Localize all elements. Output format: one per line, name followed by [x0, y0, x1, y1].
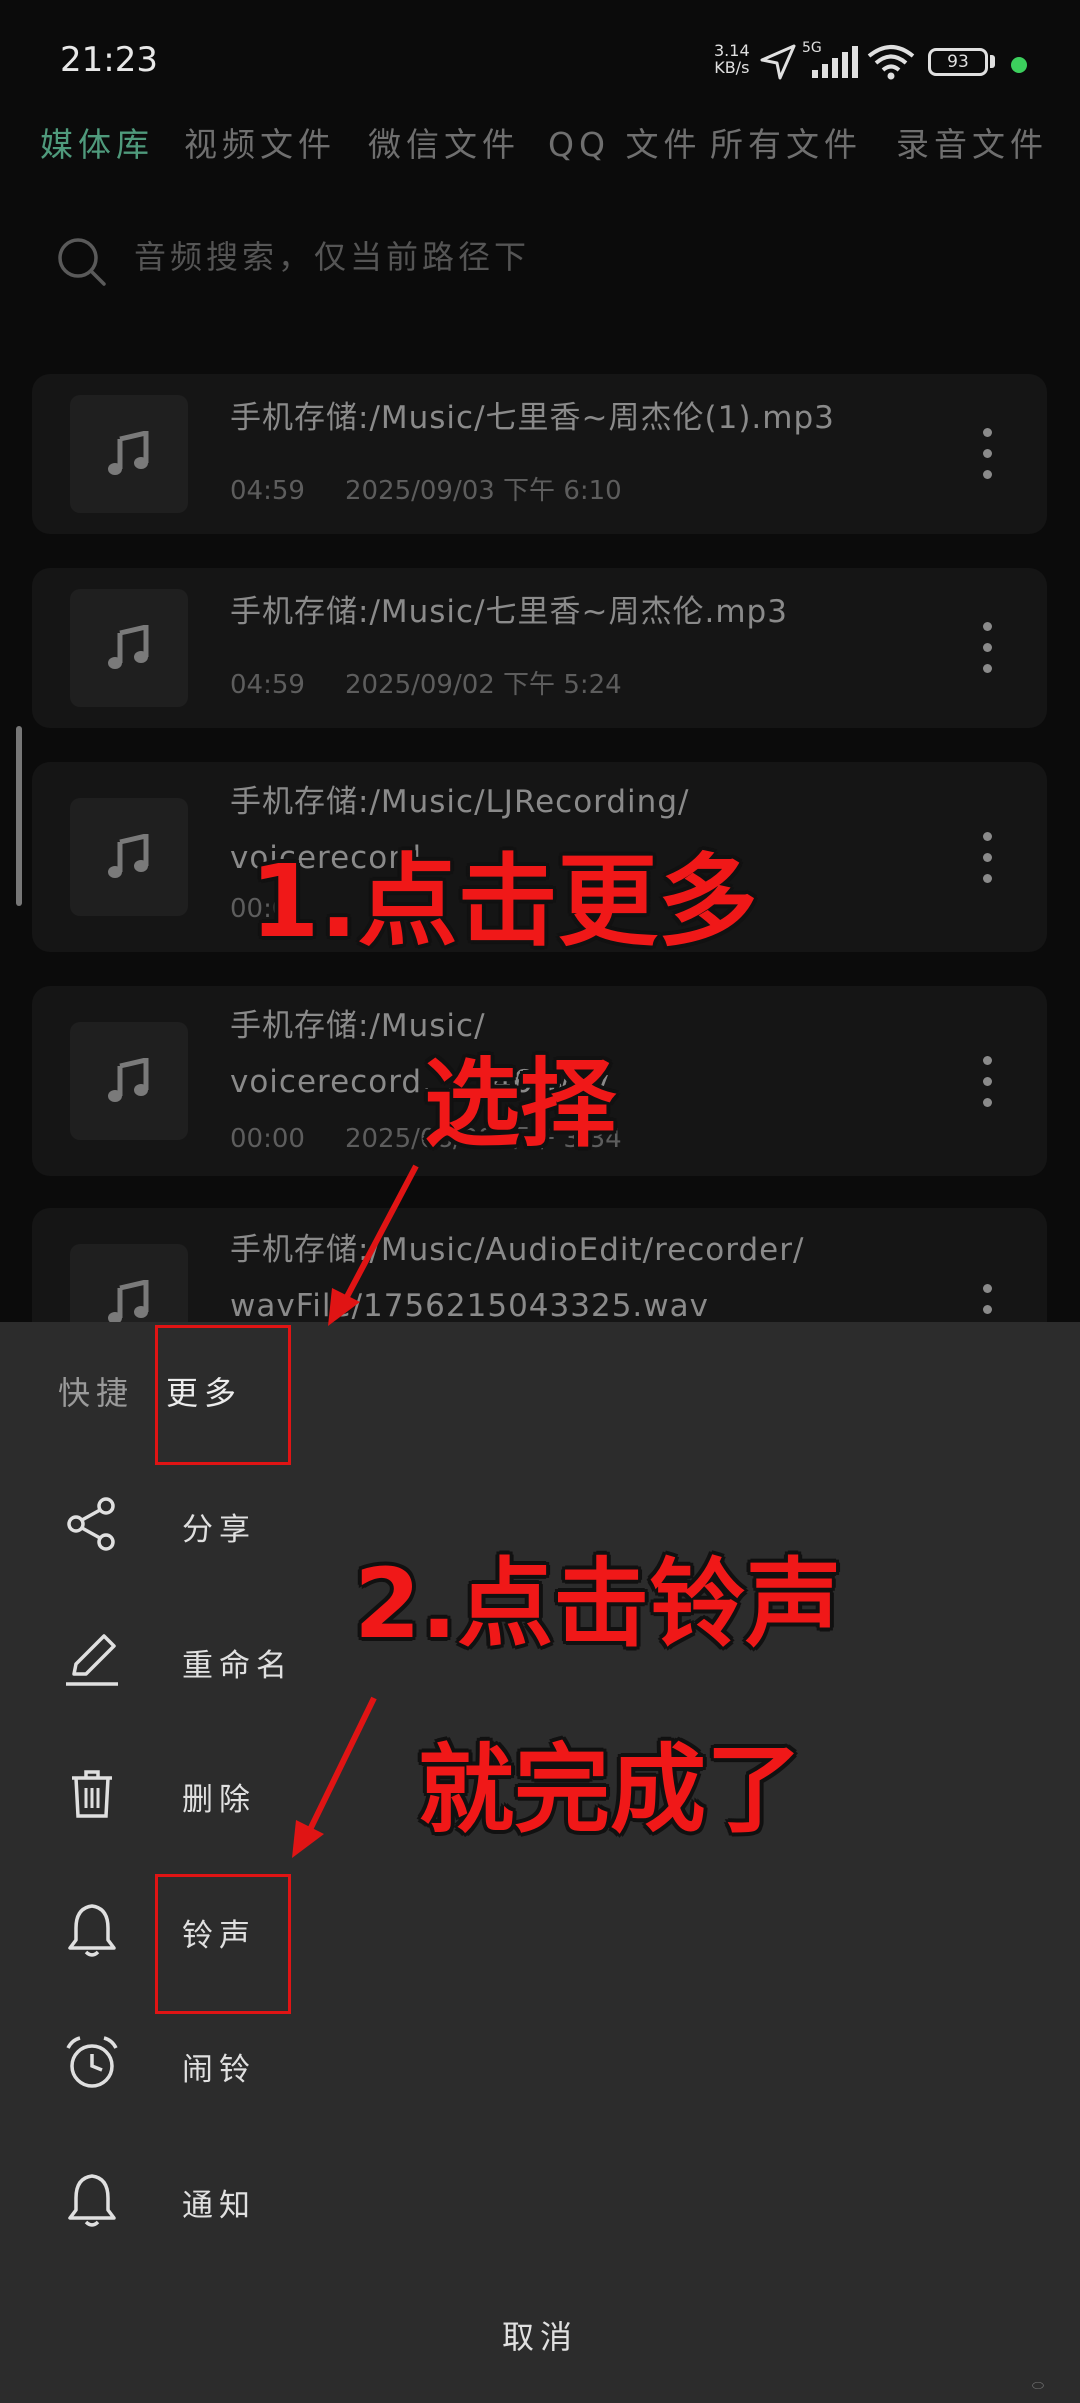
share-icon [67, 1497, 115, 1551]
music-note-icon [108, 1058, 149, 1102]
category-tabs: 媒体库 视频文件 微信文件 QQ 文件 所有文件 录音文件 [40, 118, 1060, 178]
file-duration: 04:59 [230, 476, 305, 506]
list-item[interactable]: 手机存储:/Music/七里香~周杰伦.mp3 04:59 2025/09/02 … [32, 568, 1047, 728]
signal-icon [812, 46, 858, 78]
search-icon [58, 238, 106, 286]
alarm-clock-icon [66, 2036, 118, 2088]
menu-label: 分享 [182, 1512, 256, 1548]
cancel-button[interactable]: 取消 [440, 2312, 640, 2358]
net-speed: 3.14 KB/s [714, 41, 750, 77]
bell-icon [68, 2174, 116, 2227]
audio-thumbnail [70, 1022, 188, 1140]
menu-item-alarm[interactable]: 闹铃 [0, 2012, 1080, 2122]
bell-icon [68, 1904, 116, 1957]
annotation-arrow-icon [328, 1164, 419, 1326]
trash-icon [72, 1770, 112, 1818]
audio-thumbnail [70, 589, 188, 707]
menu-label: 闹铃 [182, 2052, 256, 2088]
tab-video-files[interactable]: 视频文件 [184, 118, 336, 166]
music-note-icon [108, 625, 149, 669]
wifi-icon [867, 45, 915, 80]
menu-label: 通知 [182, 2188, 256, 2224]
music-note-icon [108, 834, 149, 878]
file-date: 2025/09/02 下午 5:24 [344, 670, 622, 700]
file-duration: 04:59 [230, 670, 305, 700]
search-input[interactable] [134, 238, 954, 276]
menu-label: 删除 [182, 1782, 256, 1818]
battery-cap [990, 55, 995, 68]
file-meta: 04:59 2025/09/03 下午 6:10 [230, 470, 622, 507]
audio-thumbnail [70, 798, 188, 916]
file-title: 手机存储:/Music/AudioEdit/recorder/ wavFile/… [230, 1232, 805, 1324]
tab-qq-files[interactable]: QQ 文件 [548, 118, 701, 166]
battery-icon: 93 [928, 48, 988, 76]
music-note-icon [108, 431, 149, 475]
annotation-step1-select: 选择 [424, 1048, 616, 1160]
annotation-step1: 1.点击更多 [250, 843, 758, 960]
more-options-icon[interactable] [970, 424, 1004, 484]
tab-media-library[interactable]: 媒体库 [40, 118, 154, 166]
annotation-highlight-box [155, 1874, 291, 2014]
tab-wechat-files[interactable]: 微信文件 [368, 118, 520, 166]
search-bar[interactable] [56, 232, 956, 292]
tab-all-files[interactable]: 所有文件 [710, 118, 862, 166]
more-options-icon[interactable] [970, 828, 1004, 888]
annotation-arrow-icon [292, 1696, 377, 1858]
pencil-icon [66, 1634, 118, 1686]
menu-label: 重命名 [182, 1648, 293, 1684]
file-title: 手机存储:/Music/七里香~周杰伦(1).mp3 [230, 400, 835, 436]
annotation-step2: 2.点击铃声 [354, 1548, 842, 1660]
bottom-sheet: 快捷 更多 分享 重命名 删除 铃声 闹铃 通知 取消 [0, 1322, 1080, 2403]
file-date: 2025/09/03 下午 6:10 [344, 476, 622, 506]
annotation-highlight-box [155, 1325, 291, 1465]
tab-recording-files[interactable]: 录音文件 [896, 118, 1048, 166]
menu-item-notification[interactable]: 通知 [0, 2148, 1080, 2258]
scrollbar[interactable] [16, 726, 22, 906]
file-duration: 00:00 [230, 1124, 305, 1154]
more-options-icon[interactable] [970, 1052, 1004, 1112]
file-meta: 04:59 2025/09/02 下午 5:24 [230, 664, 622, 701]
annotation-step2-done: 就完成了 [418, 1734, 802, 1846]
location-arrow-icon [760, 44, 796, 80]
music-note-icon [108, 1280, 149, 1324]
list-item[interactable]: 手机存储:/Music/七里香~周杰伦(1).mp3 04:59 2025/09/… [32, 374, 1047, 534]
watermark: ⬭ [1032, 2378, 1044, 2394]
privacy-indicator-dot [1011, 57, 1027, 73]
tab-quick[interactable]: 快捷 [58, 1368, 134, 1414]
file-title: 手机存储:/Music/七里香~周杰伦.mp3 [230, 594, 788, 630]
status-bar: 21:23 3.14 KB/s 5G 93 [0, 0, 1080, 120]
more-options-icon[interactable] [970, 618, 1004, 678]
clock: 21:23 [60, 40, 158, 80]
audio-thumbnail [70, 395, 188, 513]
